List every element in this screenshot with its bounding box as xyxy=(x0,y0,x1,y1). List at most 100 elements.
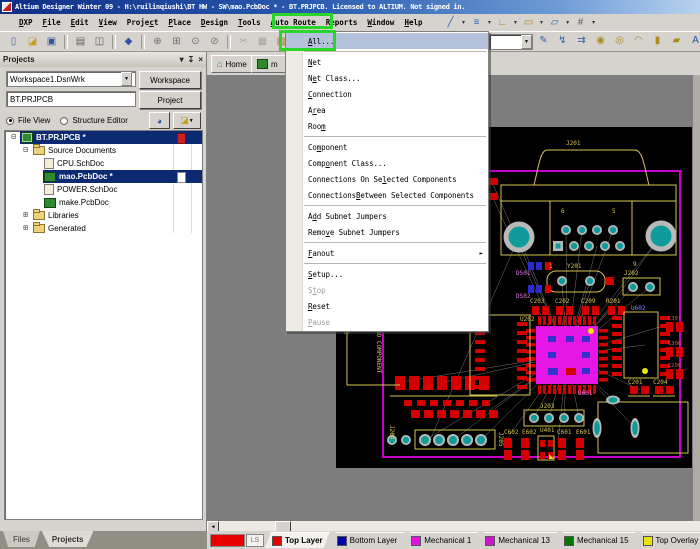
tree-expander-icon[interactable]: ⊞ xyxy=(21,211,30,220)
differential-routing-icon[interactable]: ⇉ xyxy=(572,32,591,50)
room-tools-icon[interactable]: ▱ xyxy=(545,14,564,32)
sort-button[interactable]: ◕ xyxy=(149,112,170,129)
tree-expander-icon[interactable]: ⊟ xyxy=(9,133,18,142)
menu-view[interactable]: View xyxy=(94,16,122,29)
layer-tab-top-overlay[interactable]: Top Overlay xyxy=(636,532,700,548)
placement-tools-icon[interactable]: ▭ xyxy=(519,14,538,32)
dimension-tools-icon[interactable]: ∟ xyxy=(493,14,512,32)
menu-help[interactable]: Help xyxy=(399,16,427,29)
tree-item-source-documents[interactable]: ⊟Source Documents xyxy=(5,144,202,157)
project-button[interactable]: Project xyxy=(139,91,201,109)
tree-expander-icon[interactable]: ⊞ xyxy=(21,224,30,233)
menu-item-connections-between-selected-components[interactable]: Connections Between Selected Components xyxy=(286,187,488,203)
menu-item-fanout[interactable]: Fanout► xyxy=(286,245,488,261)
layer-color-swatch xyxy=(564,536,574,546)
workspace-button[interactable]: Workspace xyxy=(139,71,201,89)
alignment-tools-dropdown-arrow[interactable]: ▾ xyxy=(487,19,492,26)
menu-item-net[interactable]: Net xyxy=(286,54,488,70)
tab-files[interactable]: Files xyxy=(3,531,40,547)
menu-item-reset[interactable]: Reset xyxy=(286,298,488,314)
menu-separator xyxy=(304,263,486,264)
zoom-area-icon[interactable]: ⊞ xyxy=(167,33,186,51)
zoom-document-icon[interactable]: ⊕ xyxy=(148,33,167,51)
menu-window[interactable]: Window xyxy=(362,16,399,29)
pcb-label-j203: J203 xyxy=(540,403,555,410)
menu-item-room[interactable]: Room xyxy=(286,118,488,134)
pin-icon[interactable]: ↧ xyxy=(188,55,195,64)
menu-tools[interactable]: Tools xyxy=(233,16,266,29)
route-icon[interactable]: ↯ xyxy=(553,32,572,50)
menu-file[interactable]: File xyxy=(38,16,66,29)
menu-dxp[interactable]: DXP xyxy=(14,16,38,29)
pcb-label-j205: J205 xyxy=(497,432,504,447)
wiring-tools-dropdown-arrow[interactable]: ▾ xyxy=(461,19,466,26)
layer-set-button[interactable]: LS xyxy=(246,534,264,547)
copy-icon[interactable]: ▦ xyxy=(253,33,272,51)
close-icon[interactable]: × xyxy=(198,55,203,64)
structure-editor-radio[interactable] xyxy=(60,117,68,125)
cut-icon[interactable]: ✂ xyxy=(234,33,253,51)
open-document-icon[interactable]: ◪ xyxy=(23,33,42,51)
tree-item-mao-pcbdoc[interactable]: mao.PcbDoc * xyxy=(5,170,202,183)
menu-item-area[interactable]: Area xyxy=(286,102,488,118)
menu-edit[interactable]: Edit xyxy=(66,16,94,29)
pad-icon[interactable]: ◉ xyxy=(591,32,610,50)
tree-item-generated[interactable]: ⊞Generated xyxy=(5,222,202,235)
menu-item-connection[interactable]: Connection xyxy=(286,86,488,102)
print-icon[interactable]: ▤ xyxy=(71,33,90,51)
dimension-tools-dropdown-arrow[interactable]: ▾ xyxy=(513,19,518,26)
interactive-routing-icon[interactable]: ✎ xyxy=(534,32,553,50)
menu-design[interactable]: Design xyxy=(196,16,233,29)
menu-item-component-class[interactable]: Component Class... xyxy=(286,155,488,171)
tree-item-libraries[interactable]: ⊞Libraries xyxy=(5,209,202,222)
file-view-radio[interactable] xyxy=(6,117,14,125)
layer-tab-mechanical-13[interactable]: Mechanical 13 xyxy=(478,532,557,548)
zoom-point-icon[interactable]: ⊘ xyxy=(205,33,224,51)
arc-icon[interactable]: ◠ xyxy=(629,32,648,50)
layer-tab-mechanical-1[interactable]: Mechanical 1 xyxy=(404,532,478,548)
layer-tab-top-layer[interactable]: Top Layer xyxy=(265,532,330,548)
new-document-icon[interactable]: ▯ xyxy=(4,33,23,51)
tree-item-make-pcbdoc[interactable]: make.PcbDoc xyxy=(5,196,202,209)
menu-item-connections-on-selected-components[interactable]: Connections On Selected Components xyxy=(286,171,488,187)
tree-item-power-schdoc[interactable]: POWER.SchDoc xyxy=(5,183,202,196)
tree-item-cpu-schdoc[interactable]: CPU.SchDoc xyxy=(5,157,202,170)
tree-item-bt-prjpcb[interactable]: ⊟BT.PRJPCB * xyxy=(5,131,202,144)
menu-item-component[interactable]: Component xyxy=(286,139,488,155)
layer-tab-bottom-layer[interactable]: Bottom Layer xyxy=(330,532,405,548)
chevron-down-icon[interactable]: ▼ xyxy=(521,35,532,49)
wiring-tools-icon[interactable]: ╱ xyxy=(441,14,460,32)
menu-item-setup[interactable]: Setup... xyxy=(286,266,488,282)
menu-project[interactable]: Project xyxy=(122,16,164,29)
menu-item-net-class[interactable]: Net Class... xyxy=(286,70,488,86)
layer-tab-mechanical-15[interactable]: Mechanical 15 xyxy=(557,532,636,548)
string-icon[interactable]: A xyxy=(686,32,700,50)
fill-icon[interactable]: ▮ xyxy=(648,32,667,50)
menu-place[interactable]: Place xyxy=(163,16,196,29)
menu-item-remove-subnet-jumpers[interactable]: Remove Subnet Jumpers xyxy=(286,224,488,240)
grid-dropdown-arrow[interactable]: ▾ xyxy=(591,19,596,26)
placement-tools-dropdown-arrow[interactable]: ▾ xyxy=(539,19,544,26)
tree-expander-icon[interactable]: ⊟ xyxy=(21,146,30,155)
chevron-down-icon[interactable]: ▼ xyxy=(121,72,132,86)
alignment-tools-icon[interactable]: ≡ xyxy=(467,14,486,32)
print-preview-icon[interactable]: ◫ xyxy=(90,33,109,51)
open-options-button[interactable]: ◪▼ xyxy=(173,112,201,129)
grid-icon[interactable]: # xyxy=(571,14,590,32)
filter-combobox[interactable]: ▼ xyxy=(489,34,533,50)
browse-icon[interactable]: ◆ xyxy=(119,33,138,51)
polygon-icon[interactable]: ▰ xyxy=(667,32,686,50)
room-tools-dropdown-arrow[interactable]: ▾ xyxy=(565,19,570,26)
workspace-combobox[interactable]: Workspace1.DsnWrk ▼ xyxy=(6,71,136,87)
save-icon[interactable]: ▣ xyxy=(42,33,61,51)
folder-icon xyxy=(33,211,45,220)
tab-home[interactable]: ⌂ Home xyxy=(211,55,253,73)
pcb-document-icon xyxy=(257,59,268,69)
via-icon[interactable]: ◎ xyxy=(610,32,629,50)
chevron-down-icon[interactable]: ▾ xyxy=(180,55,184,64)
project-name-field[interactable]: BT.PRJPCB xyxy=(6,91,136,107)
zoom-selection-icon[interactable]: ⊙ xyxy=(186,33,205,51)
horizontal-scrollbar[interactable]: ◄ xyxy=(207,521,700,531)
menu-item-add-subnet-jumpers[interactable]: Add Subnet Jumpers xyxy=(286,208,488,224)
tab-projects[interactable]: Projects xyxy=(42,531,94,547)
